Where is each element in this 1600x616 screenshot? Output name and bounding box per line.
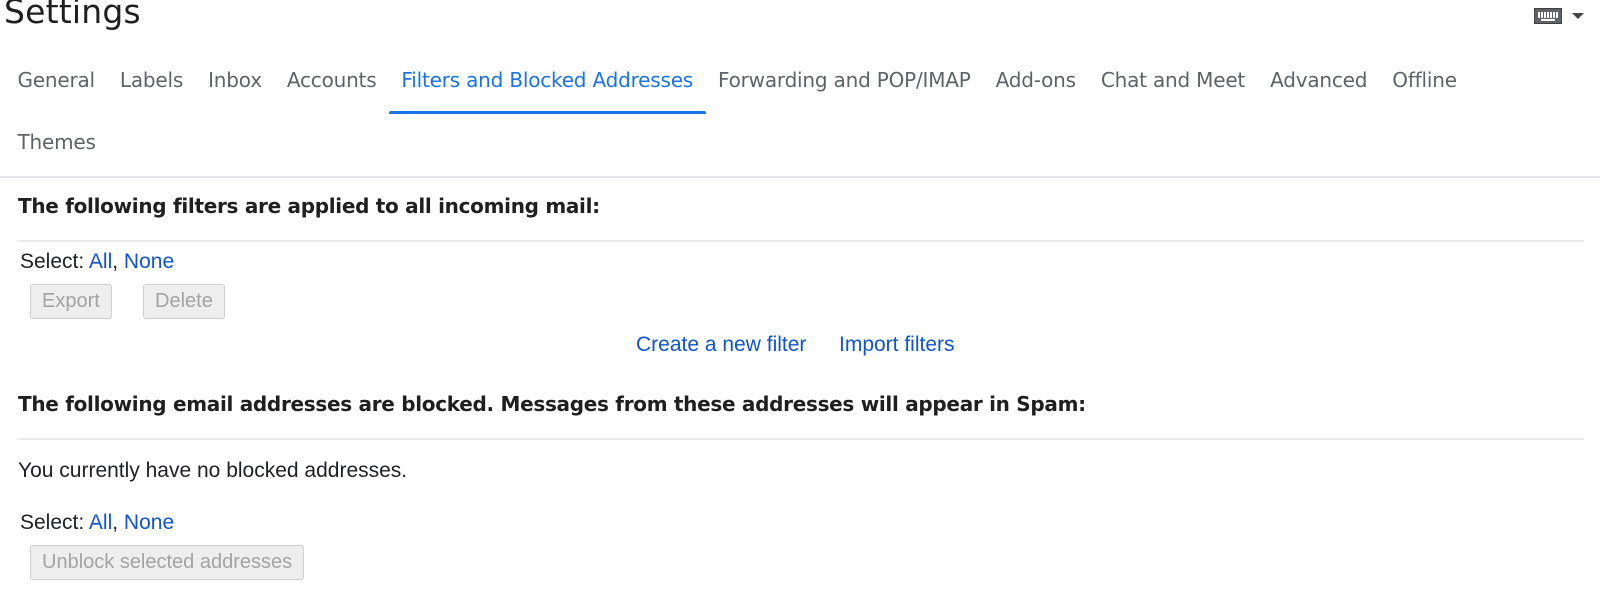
- tab-row-1: General Labels Inbox Accounts Filters an…: [5, 56, 1595, 114]
- select-none-link[interactable]: None: [124, 511, 174, 534]
- select-all-link[interactable]: All: [89, 250, 112, 273]
- import-filters-link[interactable]: Import filters: [839, 333, 955, 357]
- select-separator: ,: [112, 250, 119, 273]
- tab-accounts[interactable]: Accounts: [274, 56, 389, 114]
- delete-button[interactable]: Delete: [143, 284, 225, 319]
- filters-divider: [18, 240, 1584, 242]
- unblock-selected-button[interactable]: Unblock selected addresses: [30, 545, 305, 580]
- tab-advanced[interactable]: Advanced: [1258, 56, 1380, 114]
- tab-inbox[interactable]: Inbox: [196, 56, 275, 114]
- tab-general[interactable]: General: [5, 56, 107, 114]
- filters-select-line: Select: All, None: [20, 250, 174, 274]
- input-tools-toggle[interactable]: [1534, 8, 1584, 24]
- tab-add-ons[interactable]: Add-ons: [983, 56, 1088, 114]
- select-label: Select:: [20, 250, 85, 273]
- select-separator: ,: [112, 511, 119, 534]
- tab-forwarding-and-pop-imap[interactable]: Forwarding and POP/IMAP: [706, 56, 984, 114]
- tab-filters-and-blocked-addresses[interactable]: Filters and Blocked Addresses: [388, 56, 706, 114]
- export-button[interactable]: Export: [30, 284, 112, 319]
- page-title: Settings: [4, 0, 141, 31]
- settings-tabs: General Labels Inbox Accounts Filters an…: [5, 56, 1595, 178]
- select-none-link[interactable]: None: [124, 250, 174, 273]
- caret-down-icon[interactable]: [1572, 13, 1584, 19]
- blocked-heading: The following email addresses are blocke…: [18, 392, 1086, 416]
- tab-offline[interactable]: Offline: [1380, 56, 1470, 114]
- create-new-filter-link[interactable]: Create a new filter: [636, 333, 806, 357]
- blocked-divider: [18, 438, 1584, 440]
- no-blocked-message: You currently have no blocked addresses.: [18, 459, 408, 482]
- tabs-divider: [0, 176, 1600, 178]
- tab-row-2: Themes: [5, 118, 1595, 178]
- select-label: Select:: [20, 511, 85, 534]
- filters-heading: The following filters are applied to all…: [18, 194, 600, 218]
- tab-themes[interactable]: Themes: [5, 118, 108, 176]
- tab-chat-and-meet[interactable]: Chat and Meet: [1088, 56, 1257, 114]
- tab-labels[interactable]: Labels: [107, 56, 195, 114]
- select-all-link[interactable]: All: [89, 511, 112, 534]
- blocked-select-line: Select: All, None: [20, 511, 174, 535]
- keyboard-icon[interactable]: [1534, 8, 1562, 24]
